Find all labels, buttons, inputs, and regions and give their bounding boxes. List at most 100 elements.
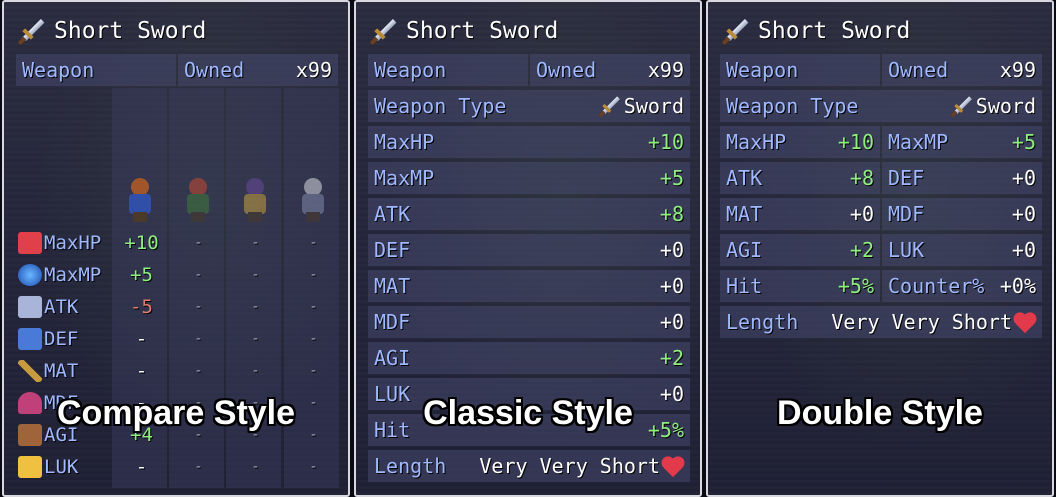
compare-row-mat: MAT - - - - — [18, 356, 336, 386]
length-value: Very Very Short — [479, 454, 660, 478]
compare-style-panel: Short Sword Weapon Owned x99 MaxHP +10 -… — [2, 0, 350, 497]
stat-value-other: - — [309, 363, 318, 379]
item-name: Short Sword — [54, 18, 207, 44]
stat-row: AGI +2 — [368, 342, 690, 374]
weapon-label-cell: Weapon — [16, 54, 176, 86]
stat-value-other: - — [194, 331, 203, 347]
stat-label: DEF — [888, 166, 925, 190]
stat-label: DEF — [374, 238, 411, 262]
stat-value: - — [135, 360, 148, 382]
stat-cell: DEF +0 — [882, 162, 1042, 194]
stat-label: MaxMP — [44, 264, 102, 286]
stat-value-other: - — [194, 267, 203, 283]
weapon-type-row: Weapon Type Sword — [368, 90, 690, 122]
stat-row: MDF +0 — [368, 306, 690, 338]
sword-icon — [369, 17, 398, 46]
stat-label: Hit — [726, 274, 763, 298]
stat-value: +0 — [659, 310, 684, 334]
style-caption: Compare Style — [56, 394, 296, 432]
actor-sprite-cleric[interactable] — [298, 178, 328, 224]
compare-row-luk: LUK - - - - — [18, 452, 336, 482]
stat-cell: ATK +8 — [720, 162, 880, 194]
stat-label: MaxHP — [374, 130, 435, 154]
stat-value-other: - — [309, 459, 318, 475]
stat-value: +0 — [1011, 166, 1036, 190]
length-row: Length Very Very Short — [368, 450, 690, 482]
stat-label: AGI — [726, 238, 763, 262]
stat-value-other: - — [194, 363, 203, 379]
actor-sprite-mage[interactable] — [240, 178, 270, 224]
stat-label: LUK — [44, 456, 79, 478]
stat-label: LUK — [888, 238, 925, 262]
length-row: Length Very Very Short — [720, 306, 1042, 338]
weapon-type-value: Sword — [623, 94, 684, 118]
stat-value: +0 — [659, 274, 684, 298]
stat-value: +0 — [1011, 202, 1036, 226]
double-style-panel: Short Sword Weapon Owned x99 Weapon Type… — [706, 0, 1054, 497]
stat-value: -5 — [130, 296, 153, 318]
stat-label: MaxHP — [44, 232, 102, 254]
stat-value-other: - — [309, 235, 318, 251]
stat-value: +10 — [124, 232, 159, 254]
item-title: Short Sword — [369, 14, 559, 48]
stat-value: +8 — [659, 202, 684, 226]
owned-label: Owned — [536, 58, 597, 82]
stat-value: +10 — [837, 130, 874, 154]
stat-cell: LUK +0 — [882, 234, 1042, 266]
owned-cell: Owned x99 — [178, 54, 338, 86]
stat-value: +8 — [849, 166, 874, 190]
compare-row-def: DEF - - - - — [18, 324, 336, 354]
stat-label: MAT — [726, 202, 763, 226]
item-title: Short Sword — [17, 14, 207, 48]
item-name: Short Sword — [406, 18, 559, 44]
stat-value-other: - — [251, 459, 260, 475]
stat-value: - — [135, 456, 148, 478]
broken-heart-icon — [660, 455, 686, 477]
compare-row-maxhp: MaxHP +10 - - - — [18, 228, 336, 258]
orb-icon — [18, 264, 42, 286]
stat-value-other: - — [194, 459, 203, 475]
weapon-type-label: Weapon Type — [726, 94, 859, 118]
stat-cell: MAT +0 — [720, 198, 880, 230]
defense-icon — [18, 328, 42, 350]
owned-cell: Owned x99 — [882, 54, 1042, 86]
style-caption: Classic Style — [423, 394, 633, 432]
stat-value: +0 — [849, 202, 874, 226]
weapon-label: Weapon — [22, 58, 95, 82]
heart-icon — [18, 232, 42, 254]
owned-count: x99 — [999, 58, 1036, 82]
item-name: Short Sword — [758, 18, 911, 44]
broken-heart-icon — [1012, 311, 1038, 333]
stat-value-other: - — [309, 267, 318, 283]
stat-row: DEF +0 — [368, 234, 690, 266]
owned-label: Owned — [888, 58, 949, 82]
stat-label: ATK — [44, 296, 79, 318]
stat-cell: MDF +0 — [882, 198, 1042, 230]
stat-value-other: - — [251, 299, 260, 315]
stat-cell: MaxMP +5 — [882, 126, 1042, 158]
stat-cell: MaxHP +10 — [720, 126, 880, 158]
stat-label: MDF — [374, 310, 411, 334]
stat-label: MaxMP — [888, 130, 949, 154]
stat-label: MaxMP — [374, 166, 435, 190]
compare-row-atk: ATK -5 - - - — [18, 292, 336, 322]
stat-value-other: - — [251, 363, 260, 379]
owned-label: Owned — [184, 58, 245, 82]
stat-label: MDF — [888, 202, 925, 226]
stat-value: +0 — [1011, 238, 1036, 262]
actor-sprite-warrior[interactable] — [183, 178, 213, 224]
weapon-type-value: Sword — [975, 94, 1036, 118]
length-label: Length — [374, 454, 447, 478]
stat-row: MaxHP +10 — [368, 126, 690, 158]
classic-style-panel: Short Sword Weapon Owned x99 Weapon Type… — [354, 0, 702, 497]
actor-sprite-hero[interactable] — [125, 178, 155, 224]
length-value: Very Very Short — [831, 310, 1012, 334]
owned-cell: Owned x99 — [530, 54, 690, 86]
stat-value: +0% — [999, 274, 1036, 298]
stat-value: +5% — [837, 274, 874, 298]
style-caption: Double Style — [777, 394, 983, 432]
length-label: Length — [726, 310, 799, 334]
stat-value: +2 — [659, 346, 684, 370]
compare-row-maxmp: MaxMP +5 - - - — [18, 260, 336, 290]
stat-value-other: - — [309, 331, 318, 347]
